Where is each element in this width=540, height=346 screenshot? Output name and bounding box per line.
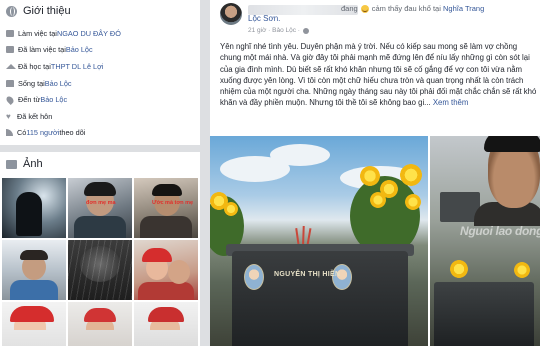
photo-thumbnail[interactable] xyxy=(134,240,198,300)
rss-icon xyxy=(6,129,13,137)
intro-list: Làm việc tại NGAO DU ĐÂY ĐÓ Đã làm việc … xyxy=(5,25,198,142)
globe-icon xyxy=(6,5,17,17)
intro-row-prefix: Có xyxy=(17,128,27,138)
briefcase-icon xyxy=(6,46,14,54)
avatar[interactable] xyxy=(220,3,242,25)
photo-thumbnail[interactable]: Ước mà tơn mẹ xyxy=(134,178,198,238)
post-time[interactable]: 21 giờ · Bảo Lộc · xyxy=(248,27,300,34)
followers-link[interactable]: 115 người xyxy=(26,128,59,137)
photo-overlay-text: đơn mẹ ma xyxy=(86,200,116,206)
author-name[interactable]: Lộc Sơn. xyxy=(248,14,280,23)
photo-thumbnail[interactable]: đơn mẹ ma xyxy=(68,178,132,238)
photos-card: Ảnh đơn mẹ ma Ước mà tơn mẹ xyxy=(0,152,200,346)
watermark: Nguoi lao dong xyxy=(460,224,540,238)
intro-row-link[interactable]: NGAO DU ĐÂY ĐÓ xyxy=(57,29,121,38)
photo-thumbnail[interactable] xyxy=(134,302,198,346)
intro-row-lives: Sống tại Bảo Lộc xyxy=(6,75,198,92)
photos-title[interactable]: Ảnh xyxy=(23,158,43,170)
post-card: đang cảm thấy đau khổ tại Nghĩa Trang Lộ… xyxy=(210,0,540,346)
intro-header: Giới thiệu xyxy=(6,5,71,17)
intro-row-past-work: Đã làm việc tại Bảo Lộc xyxy=(6,42,198,59)
intro-row-work: Làm việc tại NGAO DU ĐÂY ĐÓ xyxy=(6,25,198,42)
post-text: Yên nghĩ nhé tình yêu. Duyên phận mà ý t… xyxy=(220,41,538,109)
intro-row-education: Đã học tại THPT DL Lê Lợi xyxy=(6,58,198,75)
post-photo-grave[interactable]: NGUYỄN THỊ HIỀN xyxy=(210,136,428,346)
see-more-link[interactable]: Xem thêm xyxy=(433,98,469,107)
intro-row-prefix: Đã kết hôn xyxy=(17,111,53,121)
sad-emoji-icon xyxy=(360,4,369,13)
feeling-line: đang cảm thấy đau khổ tại Nghĩa Trang xyxy=(341,4,484,13)
intro-row-followers: Có 115 người theo dõi xyxy=(6,125,198,142)
intro-row-prefix: Làm việc tại xyxy=(18,28,57,38)
intro-card: Giới thiệu Làm việc tại NGAO DU ĐÂY ĐÓ Đ… xyxy=(0,0,200,145)
intro-row-suffix: theo dõi xyxy=(59,128,86,138)
feeling-prefix: đang xyxy=(341,4,358,13)
intro-row-prefix: Đã làm việc tại xyxy=(18,45,66,55)
intro-title: Giới thiệu xyxy=(23,5,71,17)
intro-row-prefix: Đã học tại xyxy=(18,61,51,71)
photo-grid: đơn mẹ ma Ước mà tơn mẹ xyxy=(2,178,198,346)
photo-thumbnail[interactable] xyxy=(68,240,132,300)
place-link[interactable]: Nghĩa Trang xyxy=(443,4,484,13)
photo-thumbnail[interactable] xyxy=(2,302,66,346)
briefcase-icon xyxy=(6,29,14,37)
photos-header: Ảnh xyxy=(6,158,43,170)
post-meta: 21 giờ · Bảo Lộc · xyxy=(248,27,309,34)
intro-row-prefix: Đến từ xyxy=(18,95,41,105)
intro-row-link[interactable]: Bảo Lộc xyxy=(40,95,67,104)
feeling-text: cảm thấy đau khổ tại xyxy=(371,4,441,13)
photo-thumbnail[interactable] xyxy=(68,302,132,346)
tomb-inscription: NGUYỄN THỊ HIỀN xyxy=(274,271,341,278)
home-icon xyxy=(6,79,14,87)
map-pin-icon xyxy=(5,94,15,105)
photo-icon xyxy=(6,159,17,169)
intro-row-from: Đến từ Bảo Lộc xyxy=(5,91,198,108)
intro-row-link[interactable]: Bảo Lộc xyxy=(45,79,72,88)
photo-thumbnail[interactable] xyxy=(2,240,66,300)
photo-thumbnail[interactable] xyxy=(2,178,66,238)
intro-row-link[interactable]: THPT DL Lê Lợi xyxy=(51,62,104,71)
intro-row-relationship: ♥ Đã kết hôn xyxy=(6,108,198,125)
intro-row-prefix: Sống tại xyxy=(18,78,45,88)
post-photo-selfie[interactable]: Nguoi lao dong xyxy=(430,136,540,346)
graduation-cap-icon xyxy=(6,63,16,69)
intro-row-link[interactable]: Bảo Lộc xyxy=(66,45,93,54)
post-body: Yên nghĩ nhé tình yêu. Duyên phận mà ý t… xyxy=(220,42,537,108)
photo-overlay-text: Ước mà tơn mẹ xyxy=(152,200,194,206)
globe-icon xyxy=(302,27,309,34)
heart-icon: ♥ xyxy=(6,111,11,121)
